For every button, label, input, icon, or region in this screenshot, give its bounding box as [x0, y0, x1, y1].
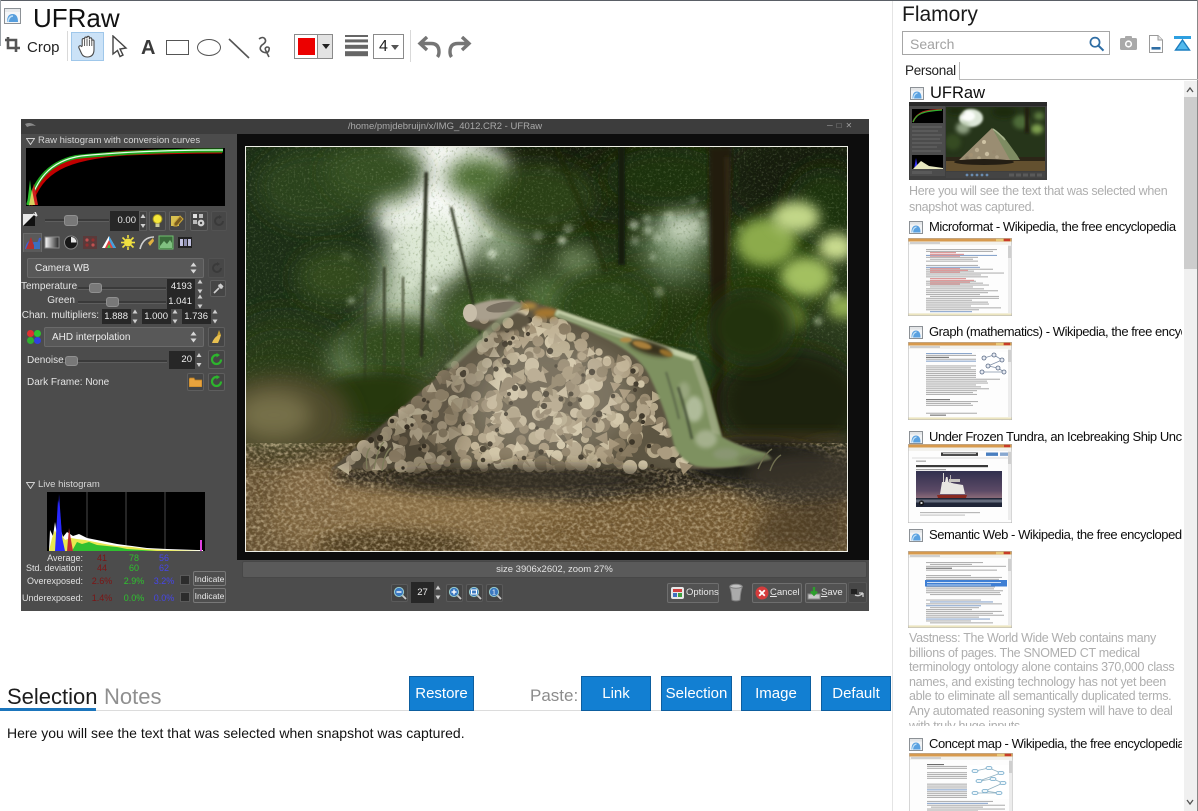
svg-text:1: 1 [492, 590, 496, 597]
